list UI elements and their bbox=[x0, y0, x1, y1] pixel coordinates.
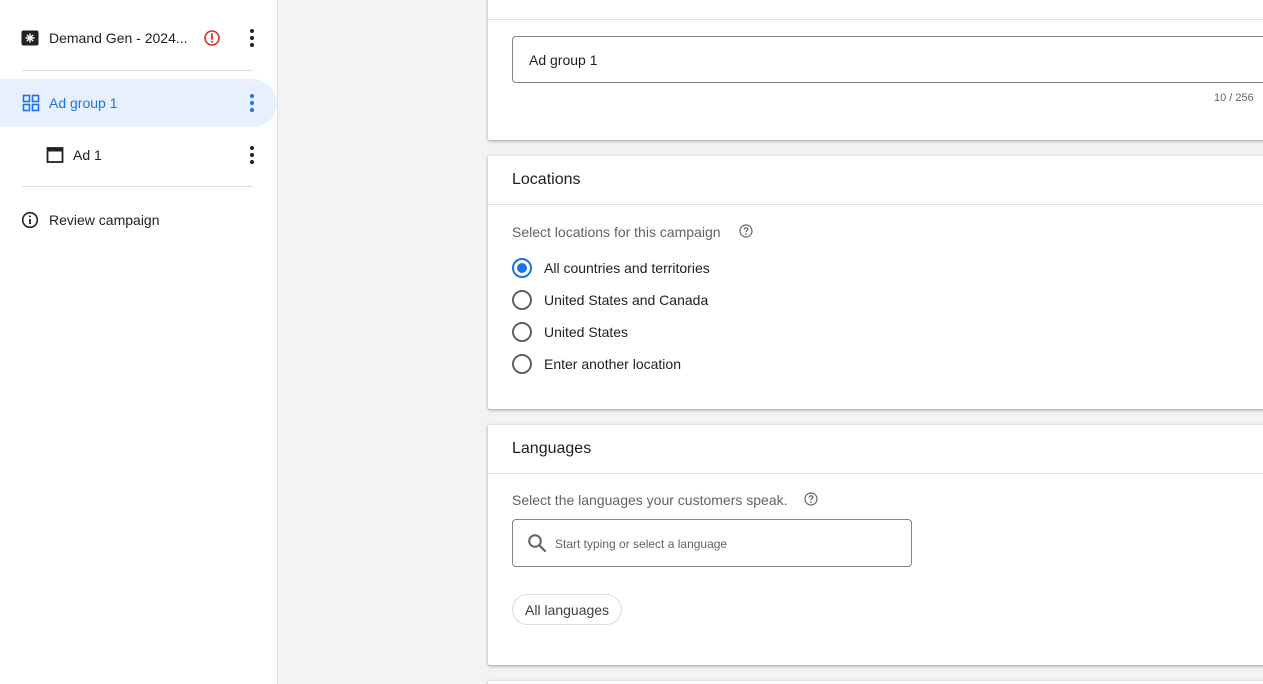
campaign-nav-sidebar: Demand Gen - 2024... Ad group 1 Ad 1 Rev… bbox=[0, 0, 278, 684]
radio-label: Enter another location bbox=[544, 356, 681, 372]
radio-label: United States and Canada bbox=[544, 292, 709, 308]
languages-title: Languages bbox=[512, 440, 592, 457]
grid-icon bbox=[22, 94, 40, 112]
more-options-icon[interactable] bbox=[240, 91, 264, 115]
more-options-icon[interactable] bbox=[240, 26, 264, 50]
radio-another-location[interactable]: Enter another location bbox=[512, 352, 681, 376]
language-search-input[interactable]: Start typing or select a language bbox=[512, 519, 912, 567]
character-counter: 10 / 256 bbox=[1214, 92, 1254, 104]
radio-button[interactable] bbox=[512, 258, 532, 278]
sidebar-item-label: Demand Gen - 2024... bbox=[49, 30, 188, 46]
sidebar-item-campaign[interactable]: Demand Gen - 2024... bbox=[0, 22, 277, 54]
locations-card: Locations Select locations for this camp… bbox=[488, 156, 1263, 409]
sidebar-item-ad[interactable]: Ad 1 bbox=[0, 139, 277, 171]
search-icon bbox=[527, 533, 547, 553]
radio-button[interactable] bbox=[512, 354, 532, 374]
radio-label: United States bbox=[544, 324, 629, 340]
radio-button[interactable] bbox=[512, 290, 532, 310]
locations-helper-text: Select locations for this campaign bbox=[512, 224, 721, 240]
ad-window-icon bbox=[46, 146, 64, 164]
radio-united-states[interactable]: United States bbox=[512, 320, 628, 344]
all-languages-chip[interactable]: All languages bbox=[512, 594, 623, 625]
card-header bbox=[488, 0, 1263, 20]
more-options-icon[interactable] bbox=[240, 143, 264, 167]
radio-label: All countries and territories bbox=[544, 260, 710, 276]
campaign-icon bbox=[21, 29, 39, 47]
ad-group-name-card: Ad group 1 10 / 256 bbox=[488, 0, 1263, 140]
search-placeholder: Start typing or select a language bbox=[555, 537, 728, 551]
radio-button[interactable] bbox=[512, 322, 532, 342]
sidebar-item-ad-group[interactable]: Ad group 1 bbox=[0, 79, 277, 127]
card-header: Languages bbox=[488, 425, 1263, 474]
sidebar-divider bbox=[22, 186, 253, 187]
sidebar-item-label: Ad 1 bbox=[73, 147, 102, 163]
radio-all-countries[interactable]: All countries and territories bbox=[512, 256, 710, 280]
ad-group-name-input[interactable]: Ad group 1 bbox=[512, 36, 1263, 83]
help-icon[interactable] bbox=[804, 492, 818, 506]
radio-us-and-canada[interactable]: United States and Canada bbox=[512, 288, 708, 312]
info-icon bbox=[21, 211, 39, 229]
locations-title: Locations bbox=[512, 171, 581, 188]
languages-card: Languages Select the languages your cust… bbox=[488, 425, 1263, 665]
sidebar-item-label: Review campaign bbox=[49, 212, 160, 228]
sidebar-item-review-campaign[interactable]: Review campaign bbox=[0, 204, 277, 236]
languages-helper-text: Select the languages your customers spea… bbox=[512, 492, 788, 508]
sidebar-divider bbox=[22, 70, 253, 71]
error-icon bbox=[203, 29, 221, 47]
sidebar-item-label: Ad group 1 bbox=[49, 95, 118, 111]
help-icon[interactable] bbox=[739, 224, 753, 238]
card-header: Locations bbox=[488, 156, 1263, 205]
